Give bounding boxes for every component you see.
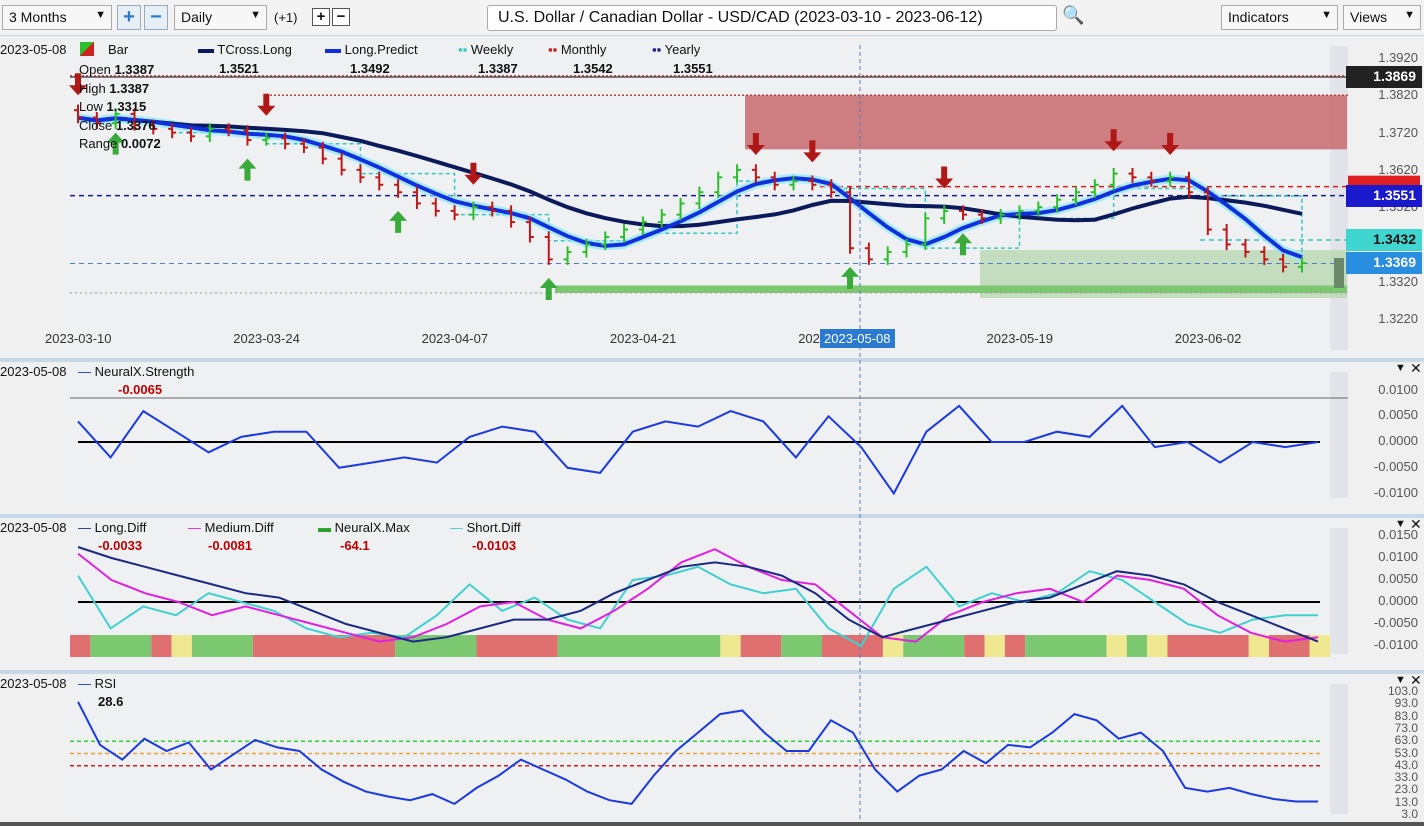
price-tag: 1.3369 <box>1346 252 1422 275</box>
legend-weekly: ▪▪ Weekly <box>458 42 514 57</box>
price-axis-tick: 1.3220 <box>1378 311 1418 327</box>
neuralx-max-segment <box>1147 635 1168 657</box>
axis-tick: -0.0050 <box>1373 615 1418 630</box>
neuralx-max-segment <box>740 635 782 657</box>
cursor-date: 2023-05-08 <box>0 364 67 379</box>
close-icon[interactable]: ✕ <box>1410 516 1422 533</box>
neuralx-max-segment <box>171 635 192 657</box>
panel-background <box>70 676 1348 822</box>
price-tag: 1.3432 <box>1346 228 1422 251</box>
cursor-date: 2023-05-08 <box>0 520 67 535</box>
yearly-value: 1.3551 <box>673 61 713 76</box>
price-axis-tick: 1.3820 <box>1378 87 1418 103</box>
scroll-strip <box>1330 372 1348 498</box>
neuralx-max-segment <box>964 635 985 657</box>
date-axis-tick: 2023-03-24 <box>233 331 300 346</box>
date-axis-tick: 2023-03-10 <box>45 331 112 346</box>
price-axis-tick: 1.3720 <box>1378 124 1418 140</box>
neuralx-max-segment <box>984 635 1005 657</box>
rsi-value: 28.6 <box>98 694 124 709</box>
neuralx-max-segment <box>151 635 172 657</box>
neuralx-max-segment <box>1126 635 1148 657</box>
ohlc-box: Open 1.3387 High 1.3387 Low 1.3315 Close… <box>79 62 161 151</box>
chart-canvas[interactable] <box>0 0 1424 826</box>
legend-short-diff: — Short.Diff <box>450 520 521 535</box>
axis-tick: -0.0050 <box>1373 458 1418 474</box>
neuralx-max-segment <box>1004 635 1026 657</box>
neuralx-max-segment <box>821 635 883 657</box>
panel-menu-icon[interactable]: ▼ <box>1395 674 1406 686</box>
legend-rsi: — RSI <box>78 676 117 691</box>
panel-divider <box>0 514 1424 518</box>
legend-neuralx-max: ▬ NeuralX.Max <box>318 520 410 535</box>
close-icon[interactable]: ✕ <box>1410 672 1422 689</box>
price-axis-tick: 1.3620 <box>1378 161 1418 177</box>
panel-divider <box>0 670 1424 674</box>
date-axis-tick: 2023-05-19 <box>986 331 1054 346</box>
neuralx-max-segment <box>252 635 396 657</box>
last-bar-marker <box>1334 258 1344 288</box>
bar-icon <box>80 42 94 56</box>
price-axis-tick: 1.3320 <box>1378 273 1418 289</box>
legend-yearly: ▪▪ Yearly <box>652 42 701 57</box>
panel-menu-icon[interactable]: ▼ <box>1395 362 1406 374</box>
strength-value: -0.0065 <box>118 382 163 397</box>
neuralx-max-segment <box>903 635 965 657</box>
bottom-border <box>0 822 1424 826</box>
neuralx-max-segment <box>191 635 253 657</box>
neuralx-max-value: -64.1 <box>340 538 370 553</box>
panel-background <box>70 364 1348 506</box>
scroll-strip <box>1330 684 1348 814</box>
long-predict-value: 1.3492 <box>350 61 390 76</box>
resistance-zone <box>745 95 1347 150</box>
legend-medium-diff: — Medium.Diff <box>188 520 274 535</box>
panel-background <box>70 38 1348 358</box>
panel-menu-icon[interactable]: ▼ <box>1395 518 1406 530</box>
medium-diff-value: -0.0081 <box>208 538 253 553</box>
cursor-date-label: 2023-05-08 <box>820 329 895 348</box>
price-tag: 1.3551 <box>1346 184 1422 207</box>
long-diff-value: -0.0033 <box>98 538 143 553</box>
legend-bar: Bar <box>108 42 129 57</box>
neuralx-max-segment <box>1106 635 1127 657</box>
legend-monthly: ▪▪ Monthly <box>548 42 607 57</box>
panel-divider <box>0 358 1424 362</box>
legend-strength: — NeuralX.Strength <box>78 364 195 379</box>
neuralx-max-segment <box>90 635 152 657</box>
monthly-value: 1.3542 <box>573 61 613 76</box>
neuralx-max-segment <box>720 635 741 657</box>
cursor-date: 2023-05-08 <box>0 42 67 57</box>
date-axis-tick: 2023-04-07 <box>421 331 489 346</box>
cursor-date: 2023-05-08 <box>0 676 67 691</box>
date-axis-tick: 2023-04-21 <box>609 331 677 346</box>
axis-tick: 0.0050 <box>1378 407 1418 423</box>
neuralx-max-segment <box>476 635 558 657</box>
axis-tick: 0.0100 <box>1378 381 1418 397</box>
legend-long-predict: Long.Predict <box>325 42 418 57</box>
axis-tick: -0.0100 <box>1373 637 1418 652</box>
neuralx-max-segment <box>557 635 721 657</box>
price-axis-tick: 1.3920 <box>1378 50 1418 65</box>
axis-tick: -0.0100 <box>1373 484 1418 500</box>
legend-tcross-long: TCross.Long <box>198 42 292 57</box>
axis-tick: 0.0000 <box>1378 593 1418 608</box>
neuralx-max-segment <box>781 635 822 657</box>
neuralx-max-segment <box>1167 635 1249 657</box>
close-icon[interactable]: ✕ <box>1410 360 1422 377</box>
neuralx-max-segment <box>1025 635 1107 657</box>
weekly-value: 1.3387 <box>478 61 518 76</box>
price-tag: 1.3869 <box>1346 66 1422 89</box>
date-axis-tick: 2023-06-02 <box>1174 331 1242 346</box>
support-zone <box>555 285 1347 293</box>
scroll-strip <box>1330 528 1348 654</box>
neuralx-max-segment <box>70 635 91 657</box>
axis-tick: 0.0000 <box>1378 433 1418 448</box>
short-diff-value: -0.0103 <box>472 538 517 553</box>
axis-tick: 3.0 <box>1401 807 1418 821</box>
legend-long-diff: — Long.Diff <box>78 520 147 535</box>
tcross-value: 1.3521 <box>219 61 259 76</box>
axis-tick: 0.0050 <box>1378 571 1418 586</box>
axis-tick: 0.0100 <box>1378 549 1418 564</box>
neuralx-max-segment <box>1248 635 1270 657</box>
